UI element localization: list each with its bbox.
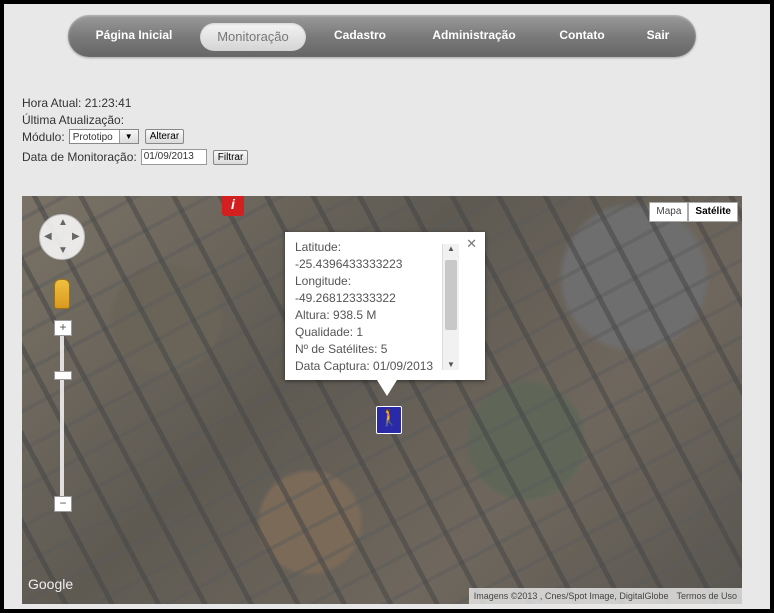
info-marker-icon[interactable]: i xyxy=(222,196,244,216)
arrow-right-icon[interactable]: ▶ xyxy=(72,231,80,242)
info-capture-date: Data Captura: 01/09/2013 xyxy=(295,359,434,373)
date-input[interactable]: 01/09/2013 xyxy=(140,149,207,165)
module-label: Módulo: xyxy=(22,129,65,144)
date-label: Data de Monitoração: xyxy=(22,150,137,164)
map-type-control: Mapa Satélite xyxy=(649,202,738,222)
terms-link[interactable]: Termos de Uso xyxy=(676,588,737,604)
map-attribution: Imagens ©2013 , Cnes/Spot Image, Digital… xyxy=(468,588,742,604)
module-row: Módulo: Prototipo ▼ Alterar xyxy=(22,129,185,144)
arrow-left-icon[interactable]: ◀ xyxy=(44,231,52,242)
filtrar-button[interactable]: Filtrar xyxy=(212,149,249,165)
walker-marker-icon[interactable]: 🚶 xyxy=(376,406,402,434)
nav-item-administracao[interactable]: Administração xyxy=(424,24,524,50)
nav-item-sair[interactable]: Sair xyxy=(638,24,678,50)
info-satellites: Nº de Satélites: 5 xyxy=(295,342,388,356)
google-logo: Google xyxy=(28,576,74,592)
nav-item-pagina-inicial[interactable]: Página Inicial xyxy=(86,24,182,50)
satellite-map[interactable]: i Mapa Satélite ▲ ▼ ◀ ▶ + − Latitude: -2… xyxy=(22,196,742,604)
info-latitude-label: Latitude: xyxy=(295,240,342,254)
info-altitude: Altura: 938.5 M xyxy=(295,308,377,322)
module-select[interactable]: Prototipo ▼ xyxy=(68,129,139,144)
alterar-button[interactable]: Alterar xyxy=(144,129,185,144)
page-frame: Página Inicial Monitoração Cadastro Admi… xyxy=(4,4,770,609)
scroll-up-icon[interactable]: ▲ xyxy=(447,244,455,253)
module-select-value: Prototipo xyxy=(72,132,113,143)
street-view-pegman-icon[interactable] xyxy=(54,279,70,309)
map-type-satelite-button[interactable]: Satélite xyxy=(688,202,738,222)
nav-item-contato[interactable]: Contato xyxy=(552,24,612,50)
close-icon[interactable]: ✕ xyxy=(466,236,477,252)
scrollbar-thumb[interactable] xyxy=(445,260,457,330)
last-update: Última Atualização: xyxy=(22,113,125,127)
info-window-scrollbar[interactable]: ▲ ▼ xyxy=(442,244,459,370)
arrow-down-icon[interactable]: ▼ xyxy=(58,245,68,256)
main-nav: Página Inicial Monitoração Cadastro Admi… xyxy=(68,15,696,57)
nav-item-cadastro[interactable]: Cadastro xyxy=(326,24,394,50)
zoom-out-button[interactable]: − xyxy=(54,496,72,512)
scroll-down-icon[interactable]: ▼ xyxy=(447,360,455,369)
zoom-slider-handle[interactable] xyxy=(54,371,72,380)
chevron-down-icon: ▼ xyxy=(118,130,138,143)
pan-control[interactable]: ▲ ▼ ◀ ▶ xyxy=(39,214,85,260)
nav-item-monitoracao[interactable]: Monitoração xyxy=(200,23,306,51)
info-window: Latitude: -25.4396433333223 Longitude: -… xyxy=(285,232,485,396)
info-latitude-value: -25.4396433333223 xyxy=(295,257,403,271)
attribution-text: Imagens ©2013 , Cnes/Spot Image, Digital… xyxy=(473,591,669,601)
info-quality: Qualidade: 1 xyxy=(295,325,364,339)
map-type-mapa-button[interactable]: Mapa xyxy=(649,202,689,222)
current-time: Hora Atual: 21:23:41 xyxy=(22,96,132,110)
arrow-up-icon[interactable]: ▲ xyxy=(58,217,68,228)
info-longitude-label: Longitude: xyxy=(295,274,352,288)
zoom-in-button[interactable]: + xyxy=(54,320,72,336)
zoom-slider-track[interactable] xyxy=(60,328,64,506)
info-longitude-value: -49.268123333322 xyxy=(295,291,396,305)
date-row: Data de Monitoração: 01/09/2013 Filtrar xyxy=(22,149,249,165)
